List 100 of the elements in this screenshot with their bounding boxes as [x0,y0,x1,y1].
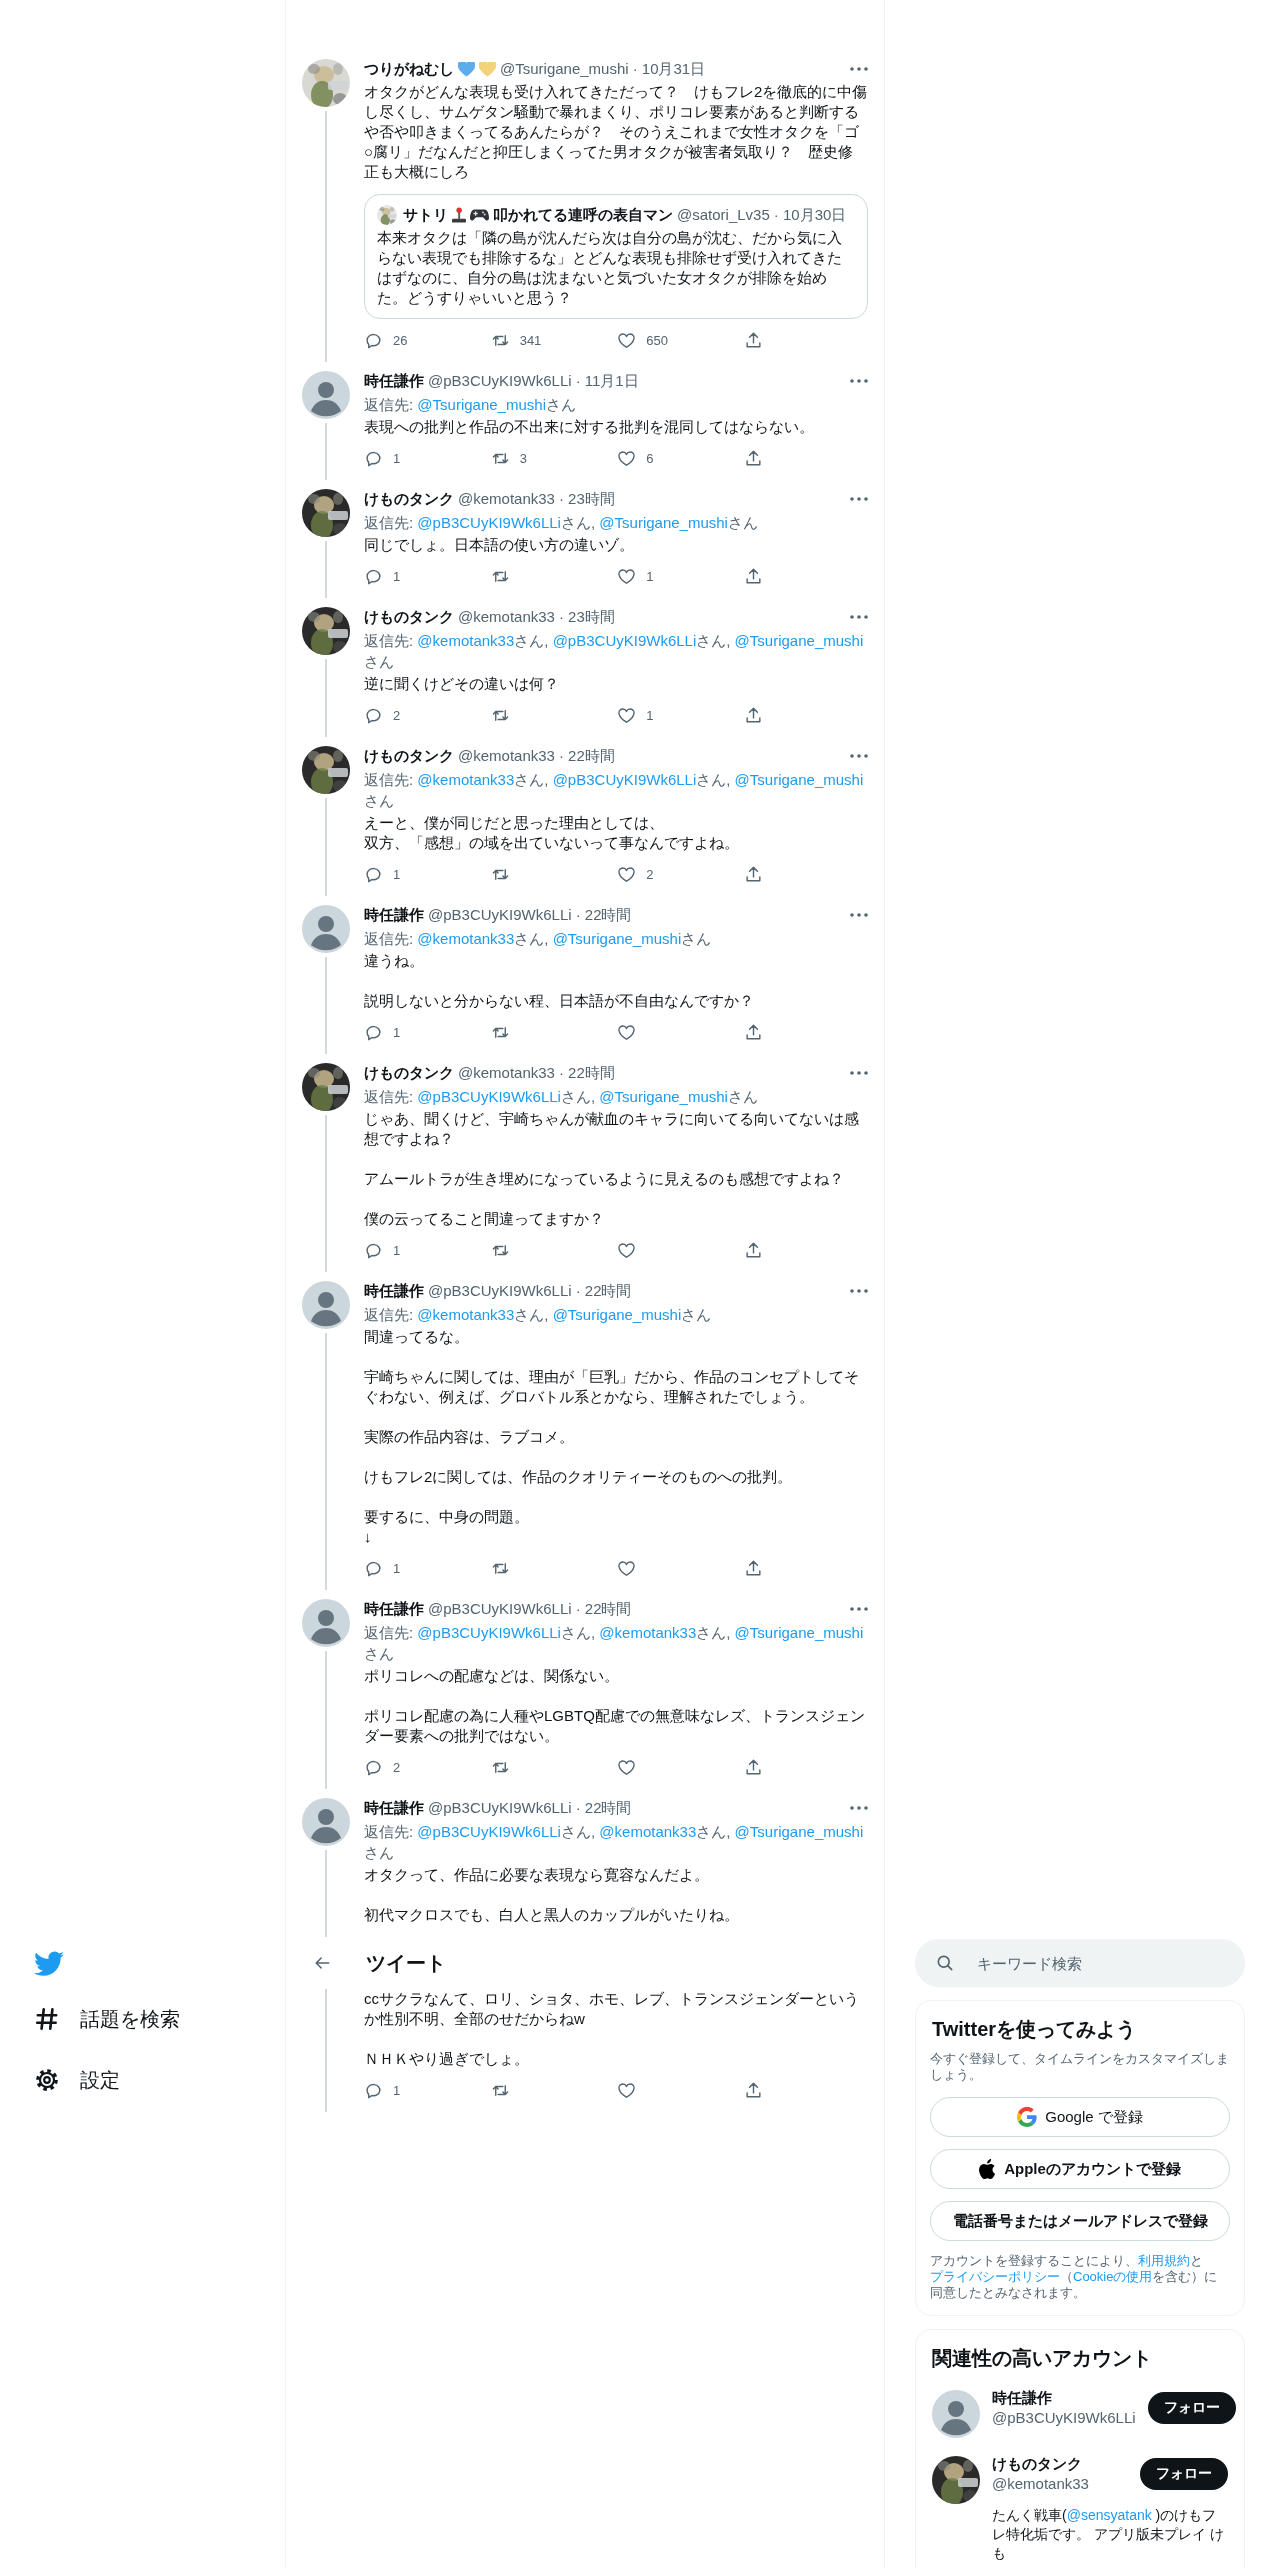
search-field[interactable]: キーワード検索 [915,1939,1245,1987]
mention-link[interactable]: @Tsurigane_mushi [734,1624,864,1641]
nav-item[interactable]: 話題を検索 [34,1996,180,2042]
reply-button[interactable]: 1 [364,1559,424,1578]
thread-line [325,423,327,480]
display-name: けものタンク [364,746,454,766]
reply-button[interactable]: 2 [364,1758,424,1777]
mention-link[interactable]: @Tsurigane_mushi [599,514,728,531]
mention-link[interactable]: @kemotank33 [599,1624,697,1641]
reply-context: 返信先: @Tsurigane_mushiさん [364,395,577,415]
reply-icon [364,865,383,884]
mention-link[interactable]: @pB3CUyKI9Wk6LLi [417,514,561,531]
signup-button[interactable]: Appleのアカウントで登録 [930,2149,1230,2189]
like-button[interactable]: 1 [617,706,678,725]
mention-link[interactable]: @kemotank33 [599,1823,697,1840]
share-icon [743,1241,763,1260]
display-name: つりがねむし [364,59,454,79]
more-icon[interactable] [850,754,868,758]
heart-icon [617,706,637,725]
heart-icon [617,331,637,350]
card-title: Twitterを使ってみよう [932,2017,1138,2041]
reply-icon [364,1023,383,1042]
more-icon[interactable] [850,1607,868,1611]
more-icon[interactable] [850,1071,868,1075]
follow-button[interactable]: フォロー [1140,2458,1228,2490]
reply-icon [364,1559,383,1578]
mention-link[interactable]: @kemotank33 [417,632,515,649]
policy-link[interactable]: プライバシーポリシー [930,2269,1060,2284]
tweet-text: 僕の云ってること間違ってますか？ [364,1209,605,1229]
reply-button[interactable]: 1 [364,1023,424,1042]
like-button[interactable]: 6 [617,449,678,468]
policy-link[interactable]: 利用規約 [1138,2253,1190,2268]
like-button[interactable]: 650 [617,331,678,350]
mention-link[interactable]: @pB3CUyKI9Wk6LLi [417,1823,561,1840]
mention-link[interactable]: @pB3CUyKI9Wk6LLi [552,632,697,649]
share-icon [743,1559,763,1578]
more-icon[interactable] [850,497,868,501]
default-avatar-icon [302,371,350,419]
display-name: 時任謙作 [364,905,424,925]
quoted-tweet[interactable]: サトリ 叩かれてる連呼の表自マン @satori_Lv35 · 10月30日 本来オタクは「隣の島が沈んだら次は自分の島が沈む、だから気に入らない表現でも排除するな」とどんな表現も排除せず受け入れてきたはずなのに、自分の島は沈まないと気づいた女オタクが排除を始めた。どうすりゃいいと思う？ [364,194,868,319]
heart-icon [617,1241,637,1260]
display-name: けものタンク [992,2454,1083,2474]
reply-button[interactable]: 1 [364,1241,424,1260]
apple-icon [979,2159,997,2179]
mention-link[interactable]: @sensyatank [1066,2507,1152,2523]
reply-button[interactable]: 1 [364,449,424,468]
mention-link[interactable]: @Tsurigane_mushi [734,771,864,788]
signup-button[interactable]: Google で登録 [930,2097,1230,2137]
retweet-button[interactable]: 341 [490,331,551,350]
like-button[interactable]: 2 [617,865,678,884]
tweet-text: 同じでしょ。日本語の使い方の違いゾ。 [364,535,635,555]
timestamp: · 22時間 [575,1281,632,1301]
mention-link[interactable]: @kemotank33 [417,771,515,788]
mention-link[interactable]: @Tsurigane_mushi [734,1823,864,1840]
timestamp: · 22時間 [558,1063,615,1083]
display-name: けものタンク [364,607,454,627]
nav-item[interactable]: 設定 [34,2057,120,2103]
thread-line [325,541,327,598]
mention-link[interactable]: @kemotank33 [417,930,515,947]
more-icon[interactable] [850,67,868,71]
mention-link[interactable]: @pB3CUyKI9Wk6LLi [417,1088,561,1105]
bird-logo-icon[interactable] [34,1951,64,1976]
reply-icon [364,706,383,725]
mention-link[interactable]: @Tsurigane_mushi [417,396,546,413]
user-handle: @pB3CUyKI9Wk6LLi [428,1798,572,1818]
page-title: ツイート [366,1950,446,1976]
more-icon[interactable] [850,615,868,619]
policy-link[interactable]: Cookieの使用 [1073,2269,1153,2284]
signup-button[interactable]: 電話番号またはメールアドレスで登録 [930,2201,1230,2241]
mention-link[interactable]: @Tsurigane_mushi [734,632,864,649]
reply-button[interactable]: 26 [364,331,424,350]
default-avatar-icon [302,905,350,953]
default-avatar-icon [302,1599,350,1647]
tweet-text: えーと、僕が同じだと思った理由としては、 [364,813,665,833]
reply-icon [364,2081,383,2100]
share-icon [743,1023,763,1042]
tweet-text: オタクって、作品に必要な表現なら寛容なんだよ。 [364,1865,710,1885]
user-bio: たんく戦車(@sensyatank )のけもフレ特化垢です。 アプリ版未プレイ けも [992,2506,1225,2563]
reply-context: 返信先: @kemotank33さん, @Tsurigane_mushiさん [364,929,713,949]
reply-button[interactable]: 1 [364,2081,424,2100]
more-icon[interactable] [850,379,868,383]
timestamp: · 22時間 [575,1599,632,1619]
follow-button[interactable]: フォロー [1147,2392,1236,2424]
mention-link[interactable]: @pB3CUyKI9Wk6LLi [417,1624,561,1641]
mention-link[interactable]: @kemotank33 [417,1306,515,1323]
mention-link[interactable]: @Tsurigane_mushi [552,930,682,947]
reply-button[interactable]: 1 [364,567,424,586]
more-icon[interactable] [850,1806,868,1810]
more-icon[interactable] [850,1289,868,1293]
mention-link[interactable]: @Tsurigane_mushi [599,1088,728,1105]
mention-link[interactable]: @pB3CUyKI9Wk6LLi [552,771,697,788]
more-icon[interactable] [850,913,868,917]
tweet-text: 双方、「感想」の域を出ていないって事なんですよね。 [364,833,740,853]
reply-button[interactable]: 1 [364,865,424,884]
like-button[interactable]: 1 [617,567,678,586]
mention-link[interactable]: @Tsurigane_mushi [552,1306,682,1323]
search-icon [935,1953,955,1973]
reply-button[interactable]: 2 [364,706,424,725]
retweet-button[interactable]: 3 [490,449,551,468]
user-handle: @kemotank33 [458,1063,555,1083]
